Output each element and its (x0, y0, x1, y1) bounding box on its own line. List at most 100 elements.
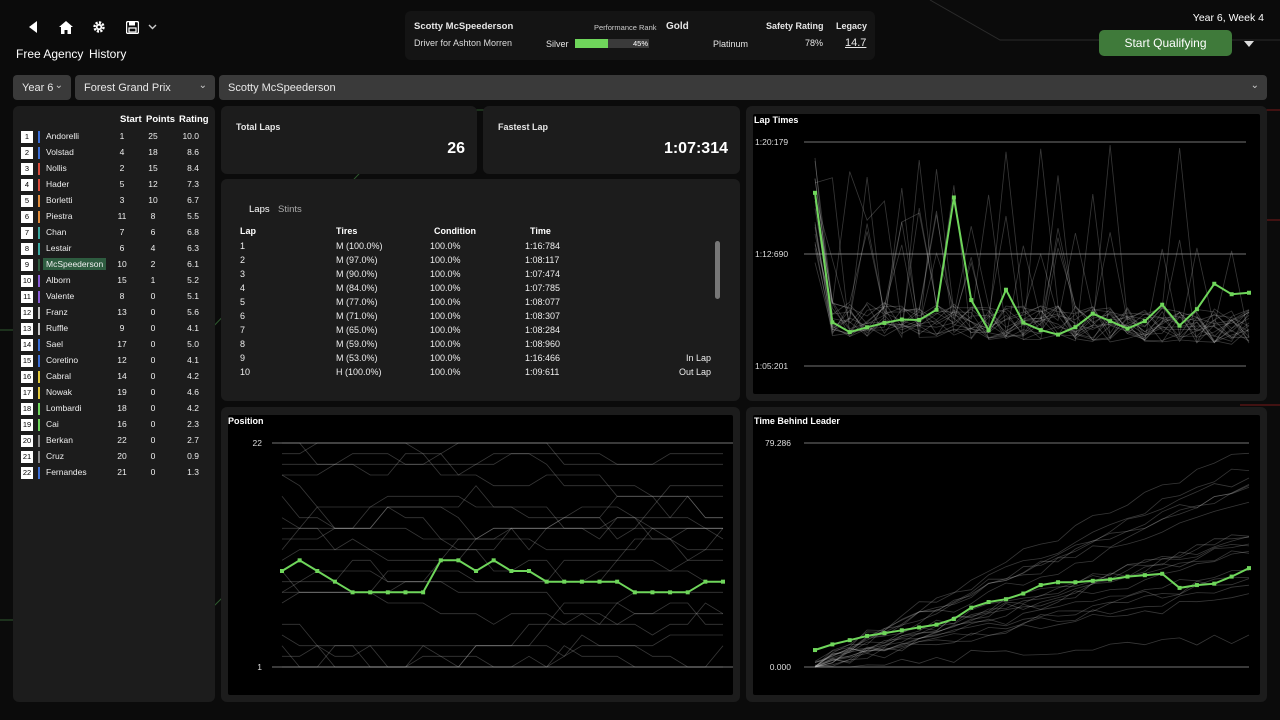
standings-row[interactable]: 16 Cabral 14 0 4.2 (19, 369, 209, 384)
standings-row[interactable]: 6 Piestra 11 8 5.5 (19, 209, 209, 224)
lap-row[interactable]: 6 M (71.0%) 100.0% 1:08:307 (221, 311, 701, 325)
standings-row[interactable]: 15 Coretino 12 0 4.1 (19, 353, 209, 368)
driver-data-point (899, 628, 904, 633)
standings-points: 0 (150, 371, 156, 381)
lap-condition: 100.0% (430, 353, 461, 363)
lap-row[interactable]: 2 M (97.0%) 100.0% 1:08:117 (221, 255, 701, 269)
standings-start: 19 (117, 387, 127, 397)
standings-points: 0 (150, 323, 156, 333)
standings-row[interactable]: 8 Lestair 6 4 6.3 (19, 241, 209, 256)
lap-tires: M (90.0%) (336, 269, 378, 279)
standings-row[interactable]: 9 McSpeederson 10 2 6.1 (19, 257, 209, 272)
year-select[interactable]: Year 6 ⌄ (13, 75, 71, 100)
driver-data-point (421, 590, 426, 595)
standings-rating: 7.3 (187, 179, 199, 189)
lap-row[interactable]: 8 M (59.0%) 100.0% 1:08:960 (221, 339, 701, 353)
driver-data-point (1212, 581, 1217, 586)
race-select[interactable]: Forest Grand Prix ⌄ (75, 75, 215, 100)
standings-row[interactable]: 20 Berkan 22 0 2.7 (19, 433, 209, 448)
tab-laps[interactable]: Laps (249, 204, 270, 215)
standings-driver-name: Nollis (46, 163, 67, 173)
driver-data-point (1160, 302, 1165, 307)
other-driver-line (282, 442, 723, 497)
standings-row[interactable]: 2 Volstad 4 18 8.6 (19, 145, 209, 160)
standings-points: 10 (148, 195, 158, 205)
lap-row[interactable]: 5 M (77.0%) 100.0% 1:08:077 (221, 297, 701, 311)
chevron-down-icon[interactable] (141, 14, 163, 40)
other-driver-line (281, 527, 724, 561)
history-link[interactable]: History (89, 47, 126, 61)
standings-row[interactable]: 7 Chan 7 6 6.8 (19, 225, 209, 240)
standings-points: 2 (150, 259, 156, 269)
driver-data-point (1177, 323, 1182, 328)
driver-data-point (917, 317, 922, 322)
standings-position: 12 (21, 307, 33, 319)
lap-row[interactable]: 7 M (65.0%) 100.0% 1:08:284 (221, 325, 701, 339)
rank-progress-max: Platinum (713, 39, 749, 49)
lap-condition: 100.0% (430, 297, 461, 307)
total-laps-value: 26 (447, 140, 465, 157)
driver-select[interactable]: Scotty McSpeederson ⌄ (219, 75, 1267, 100)
driver-data-point (882, 320, 887, 325)
standings-row[interactable]: 3 Nollis 2 15 8.4 (19, 161, 209, 176)
standings-row[interactable]: 1 Andorelli 1 25 10.0 (19, 129, 209, 144)
driver-data-point (1125, 574, 1130, 579)
lap-condition: 100.0% (430, 367, 461, 377)
lap-time: 1:08:284 (525, 325, 561, 335)
lap-row[interactable]: 9 M (53.0%) 100.0% 1:16:466 In Lap (221, 353, 711, 367)
lap-condition: 100.0% (430, 269, 461, 279)
standings-start: 6 (119, 243, 125, 253)
driver-data-point (1125, 326, 1130, 331)
driver-data-point (1212, 281, 1217, 286)
lap-tires: M (100.0%) (336, 241, 383, 251)
standings-rating: 5.5 (187, 211, 199, 221)
standings-driver-name: Piestra (46, 211, 73, 221)
laps-scrollbar[interactable] (715, 241, 720, 299)
standings-header-points: Points (146, 114, 176, 125)
standings-row[interactable]: 21 Cruz 20 0 0.9 (19, 449, 209, 464)
gear-icon[interactable] (86, 14, 112, 40)
lap-row[interactable]: 3 M (90.0%) 100.0% 1:07:474 (221, 269, 701, 283)
lap-row[interactable]: 4 M (84.0%) 100.0% 1:07:785 (221, 283, 701, 297)
lap-row[interactable]: 10 H (100.0%) 100.0% 1:09:611 Out Lap (221, 367, 711, 381)
standings-driver-name: McSpeederson (43, 258, 107, 270)
legacy-value[interactable]: 14.7 (845, 37, 866, 49)
home-icon[interactable] (53, 14, 79, 40)
driver-data-point (491, 558, 496, 563)
driver-data-point (917, 625, 922, 630)
back-icon[interactable] (20, 14, 46, 40)
driver-data-point (813, 648, 817, 653)
standings-start: 13 (117, 307, 127, 317)
standings-row[interactable]: 12 Franz 13 0 5.6 (19, 305, 209, 320)
game-date: Year 6, Week 4 (1192, 12, 1264, 24)
standings-row[interactable]: 14 Sael 17 0 5.0 (19, 337, 209, 352)
standings-row[interactable]: 18 Lombardi 18 0 4.2 (19, 401, 209, 416)
standings-row[interactable]: 17 Nowak 19 0 4.6 (19, 385, 209, 400)
other-driver-line (281, 591, 723, 625)
standings-row[interactable]: 10 Alborn 15 1 5.2 (19, 273, 209, 288)
start-options-dropdown-icon[interactable] (1244, 38, 1254, 50)
lap-time: 1:07:785 (525, 283, 561, 293)
standings-row[interactable]: 22 Fernandes 21 0 1.3 (19, 465, 209, 480)
standings-position: 8 (21, 243, 33, 255)
laps-panel: Laps Stints Lap Tires Condition Time 1 M … (221, 179, 740, 401)
standings-row[interactable]: 5 Borletti 3 10 6.7 (19, 193, 209, 208)
standings-row[interactable]: 19 Cai 16 0 2.3 (19, 417, 209, 432)
standings-position: 20 (21, 435, 33, 447)
lap-tires: M (53.0%) (336, 353, 378, 363)
lap-row[interactable]: 1 M (100.0%) 100.0% 1:16:784 (221, 241, 701, 255)
standings-row[interactable]: 4 Hader 5 12 7.3 (19, 177, 209, 192)
other-driver-line (814, 148, 1249, 338)
standings-row[interactable]: 13 Ruffle 9 0 4.1 (19, 321, 209, 336)
time-behind-title: Time Behind Leader (754, 416, 840, 426)
y-tick-label: 1:12:690 (755, 249, 788, 259)
start-qualifying-button[interactable]: Start Qualifying (1099, 30, 1232, 56)
driver-data-point (934, 307, 939, 312)
team-color-bar (38, 339, 40, 351)
free-agency-link[interactable]: Free Agency (16, 47, 83, 61)
standings-rating: 5.2 (187, 275, 199, 285)
driver-data-point (1003, 287, 1008, 292)
standings-row[interactable]: 11 Valente 8 0 5.1 (19, 289, 209, 304)
driver-data-point (650, 590, 655, 595)
tab-stints[interactable]: Stints (278, 204, 302, 215)
